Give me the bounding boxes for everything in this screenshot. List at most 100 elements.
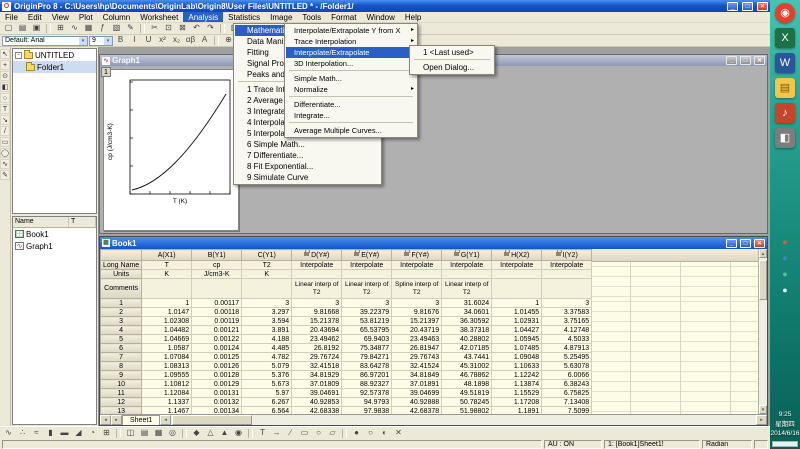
- new-project-icon[interactable]: ▢: [2, 23, 15, 34]
- worksheet-cell[interactable]: 1.12242: [491, 370, 543, 380]
- worksheet-cell[interactable]: 5.97: [241, 388, 293, 398]
- worksheet-cell[interactable]: 0.00125: [191, 352, 243, 362]
- pointer-tool-icon[interactable]: ↖: [0, 49, 10, 59]
- worksheet-cell[interactable]: 1.10633: [491, 361, 543, 371]
- bar-plot-icon[interactable]: ▬: [58, 428, 71, 439]
- undo-icon[interactable]: ↶: [190, 23, 203, 34]
- book1-close-button[interactable]: ✕: [754, 238, 765, 248]
- worksheet-cell[interactable]: 40.28802: [441, 334, 493, 344]
- row-header-3[interactable]: 3: [100, 316, 143, 326]
- word-icon[interactable]: W: [775, 53, 795, 73]
- worksheet-cell[interactable]: 29.76743: [391, 352, 443, 362]
- worksheet-label-cell[interactable]: Interpolate: [441, 260, 493, 270]
- column-plot-icon[interactable]: ▮: [44, 428, 57, 439]
- save-project-icon[interactable]: ▣: [30, 23, 43, 34]
- worksheet-cell[interactable]: 29.76724: [291, 352, 343, 362]
- menu-item-integrate[interactable]: Integrate...: [286, 110, 416, 121]
- worksheet-label-cell[interactable]: Interpolate: [291, 260, 343, 270]
- browser-icon[interactable]: ◉: [775, 3, 795, 23]
- row-header-long-name[interactable]: Long Name: [100, 260, 143, 270]
- book1-titlebar[interactable]: ▦ Book1 _ □ ✕: [100, 237, 767, 249]
- worksheet-cell[interactable]: 4.188: [241, 334, 293, 344]
- add-arrow-icon[interactable]: →: [270, 428, 283, 439]
- worksheet-cell[interactable]: 3: [341, 298, 393, 308]
- worksheet-cell[interactable]: 5.079: [241, 361, 293, 371]
- folder-app-icon[interactable]: ▤: [775, 78, 795, 98]
- menubar-item-plot[interactable]: Plot: [74, 12, 98, 22]
- worksheet-cell[interactable]: 34.81929: [291, 370, 343, 380]
- worksheet-cell[interactable]: 4.485: [241, 343, 293, 353]
- worksheet-cell[interactable]: 1.04482: [141, 325, 193, 335]
- worksheet-cell[interactable]: 4.87913: [541, 343, 593, 353]
- worksheet-cell[interactable]: 3: [291, 298, 343, 308]
- polar-plot-icon[interactable]: ◎: [166, 428, 179, 439]
- worksheet-cell[interactable]: 50.78245: [441, 397, 493, 407]
- worksheet-cell[interactable]: 43.7441: [441, 352, 493, 362]
- menubar-item-statistics[interactable]: Statistics: [223, 12, 265, 22]
- worksheet-cell[interactable]: 3: [241, 298, 293, 308]
- worksheet-cell[interactable]: 49.51819: [441, 388, 493, 398]
- worksheet-cell[interactable]: 1.01455: [491, 307, 543, 317]
- new-notes-icon[interactable]: ✎: [124, 23, 137, 34]
- worksheet-cell[interactable]: 39.22379: [341, 307, 393, 317]
- new-graph-icon[interactable]: ∿: [68, 23, 81, 34]
- worksheet-cell[interactable]: 31.6024: [441, 298, 493, 308]
- add-rectangle-icon[interactable]: ▭: [298, 428, 311, 439]
- menu-item-average-multiple-curves[interactable]: Average Multiple Curves...: [286, 125, 416, 136]
- worksheet-label-cell[interactable]: [191, 278, 243, 299]
- worksheet-cell[interactable]: 36.30592: [441, 316, 493, 326]
- rectangle-tool-icon[interactable]: ▭: [0, 137, 10, 147]
- worksheet-cell[interactable]: 1.08313: [141, 361, 193, 371]
- worksheet-cell[interactable]: 3.891: [241, 325, 293, 335]
- worksheet-cell[interactable]: 1.07084: [141, 352, 193, 362]
- worksheet-label-cell[interactable]: T: [141, 260, 193, 270]
- worksheet-cell[interactable]: 0.00122: [191, 334, 243, 344]
- circle-tool-icon[interactable]: ◯: [0, 148, 10, 158]
- graph1-close-button[interactable]: ✕: [754, 56, 765, 65]
- worksheet-cell[interactable]: 79.84271: [341, 352, 393, 362]
- worksheet-cell[interactable]: 38.37318: [441, 325, 493, 335]
- worksheet-cell[interactable]: 40.92888: [391, 397, 443, 407]
- worksheet-cell[interactable]: 1.09555: [141, 370, 193, 380]
- excel-icon[interactable]: X: [775, 28, 795, 48]
- worksheet-cell[interactable]: 88.92327: [341, 379, 393, 389]
- chevron-down-icon[interactable]: ▾: [104, 36, 112, 45]
- sheet1-tab[interactable]: Sheet1: [122, 415, 161, 425]
- worksheet-cell[interactable]: 5.376: [241, 370, 293, 380]
- 3d-surface-icon[interactable]: △: [204, 428, 217, 439]
- line-tool-icon[interactable]: /: [0, 126, 10, 136]
- menubar-item-worksheet[interactable]: Worksheet: [135, 12, 183, 22]
- column-header-a[interactable]: A(X1): [141, 249, 193, 261]
- scrollbar-track[interactable]: [253, 415, 756, 425]
- worksheet-cell[interactable]: 6.75825: [541, 388, 593, 398]
- angle-unit-field[interactable]: Radian: [702, 440, 752, 449]
- row-header-4[interactable]: 4: [100, 325, 143, 335]
- worksheet-cell[interactable]: 32.41524: [391, 361, 443, 371]
- worksheet-cell[interactable]: 1.04669: [141, 334, 193, 344]
- worksheet-cell[interactable]: 45.31002: [441, 361, 493, 371]
- worksheet-cell[interactable]: 15.21397: [391, 316, 443, 326]
- menu-item-normalize[interactable]: Normalize ▸: [286, 84, 416, 95]
- worksheet-cell[interactable]: 1.12084: [141, 388, 193, 398]
- worksheet-cell[interactable]: 1: [491, 298, 543, 308]
- menu-item-8-fit-exponential[interactable]: 8 Fit Exponential...: [235, 161, 380, 172]
- template-library-icon[interactable]: ⊞: [100, 428, 113, 439]
- menu-item-1-last-used[interactable]: 1 <Last used>: [411, 47, 493, 58]
- worksheet-cell[interactable]: 83.64278: [341, 361, 393, 371]
- horizontal-scrollbar[interactable]: ◂ ▸: [160, 415, 767, 425]
- row-header-5[interactable]: 5: [100, 334, 143, 344]
- list-item-book1[interactable]: Book1: [13, 228, 96, 240]
- font-combo[interactable]: Default: Arial ▾: [2, 35, 88, 46]
- screen-reader-tool-icon[interactable]: +: [0, 60, 10, 70]
- worksheet-cell[interactable]: 0.00131: [191, 388, 243, 398]
- stack-plot-icon[interactable]: ▤: [138, 428, 151, 439]
- subscript-button[interactable]: x₂: [170, 35, 183, 46]
- worksheet-cell[interactable]: 1.1337: [141, 397, 193, 407]
- worksheet-cell[interactable]: 1.15529: [491, 388, 543, 398]
- double-y-plot-icon[interactable]: ◫: [124, 428, 137, 439]
- worksheet-label-cell[interactable]: Linear interp of T2: [441, 278, 493, 299]
- scrollbar-thumb[interactable]: [759, 260, 767, 300]
- worksheet-cell[interactable]: 39.04699: [391, 388, 443, 398]
- greek-button[interactable]: αβ: [184, 35, 197, 46]
- worksheet-cell[interactable]: 1.17208: [491, 397, 543, 407]
